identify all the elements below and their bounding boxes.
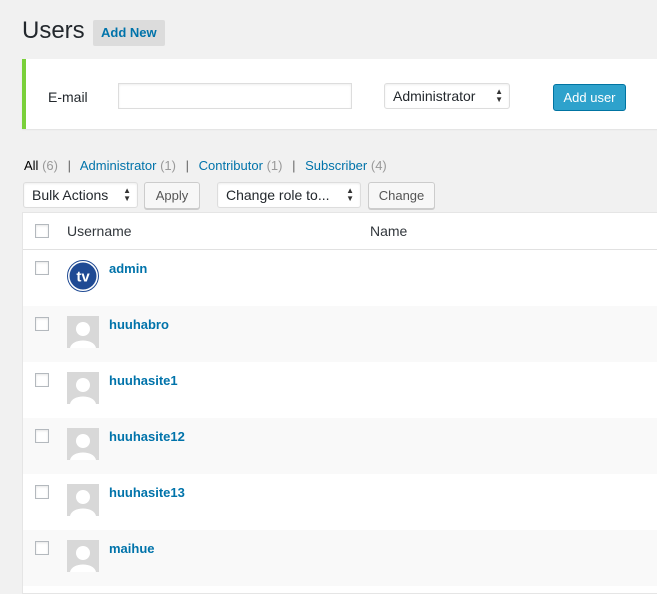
table-row: tv admin	[23, 250, 657, 306]
filter-administrator-count: (1)	[160, 158, 176, 173]
row-checkbox[interactable]	[35, 485, 49, 499]
filter-separator: |	[67, 158, 71, 173]
updown-arrows-icon: ▲ ▼	[123, 186, 131, 203]
bulk-actions-value: Bulk Actions	[32, 187, 109, 203]
filter-administrator[interactable]: Administrator	[80, 158, 157, 173]
default-avatar	[67, 484, 99, 516]
row-checkbox[interactable]	[35, 429, 49, 443]
username-link[interactable]: huuhabro	[109, 317, 169, 332]
updown-arrows-icon: ▲ ▼	[495, 87, 503, 104]
username-link[interactable]: huuhasite12	[109, 429, 185, 444]
change-role-select[interactable]: Change role to... ▲ ▼	[217, 182, 361, 208]
filter-contributor-count: (1)	[266, 158, 283, 173]
row-checkbox[interactable]	[35, 261, 49, 275]
users-table: Username Name tv admin huuhabro huuhasite1 h…	[22, 212, 657, 594]
filter-all[interactable]: All	[24, 158, 38, 173]
table-row: maihue	[23, 530, 657, 586]
updown-arrows-icon: ▲ ▼	[346, 186, 354, 203]
table-header: Username Name	[23, 213, 657, 250]
default-avatar	[67, 372, 99, 404]
tv-logo-avatar: tv	[67, 260, 99, 292]
username-link[interactable]: admin	[109, 261, 147, 276]
filter-subscriber-count: (4)	[370, 158, 387, 173]
table-row: huuhasite12	[23, 418, 657, 474]
email-input[interactable]	[118, 83, 352, 109]
filter-separator: |	[185, 158, 189, 173]
change-button[interactable]: Change	[368, 182, 435, 209]
select-all-checkbox[interactable]	[35, 224, 49, 238]
table-row: huuhabro	[23, 306, 657, 362]
add-user-panel: E-mail Administrator ▲ ▼ Add user	[22, 59, 657, 129]
add-user-button[interactable]: Add user	[553, 84, 626, 111]
filter-contributor[interactable]: Contributor	[199, 158, 263, 173]
default-avatar	[67, 316, 99, 348]
table-row: huuhasite13	[23, 474, 657, 530]
row-checkbox[interactable]	[35, 317, 49, 331]
logo-text: tv	[76, 269, 90, 286]
change-role-value: Change role to...	[226, 187, 330, 203]
user-role-filter: All (6) | Administrator (1) | Contributo…	[24, 158, 387, 173]
column-name[interactable]: Name	[370, 223, 407, 239]
add-new-button[interactable]: Add New	[93, 20, 165, 46]
filter-subscriber[interactable]: Subscriber	[305, 158, 367, 173]
bulk-actions-select[interactable]: Bulk Actions ▲ ▼	[23, 182, 138, 208]
row-checkbox[interactable]	[35, 541, 49, 555]
row-checkbox[interactable]	[35, 373, 49, 387]
page-title: Users	[22, 17, 85, 44]
apply-button[interactable]: Apply	[144, 182, 200, 209]
role-select[interactable]: Administrator ▲ ▼	[384, 83, 510, 109]
username-link[interactable]: huuhasite1	[109, 373, 178, 388]
default-avatar	[67, 540, 99, 572]
username-link[interactable]: maihue	[109, 541, 155, 556]
email-label: E-mail	[48, 89, 88, 105]
filter-all-count: (6)	[42, 158, 58, 173]
table-row: huuhasite1	[23, 362, 657, 418]
column-username[interactable]: Username	[67, 223, 132, 239]
default-avatar	[67, 428, 99, 460]
username-link[interactable]: huuhasite13	[109, 485, 185, 500]
role-select-value: Administrator	[393, 88, 476, 104]
filter-separator: |	[292, 158, 296, 173]
